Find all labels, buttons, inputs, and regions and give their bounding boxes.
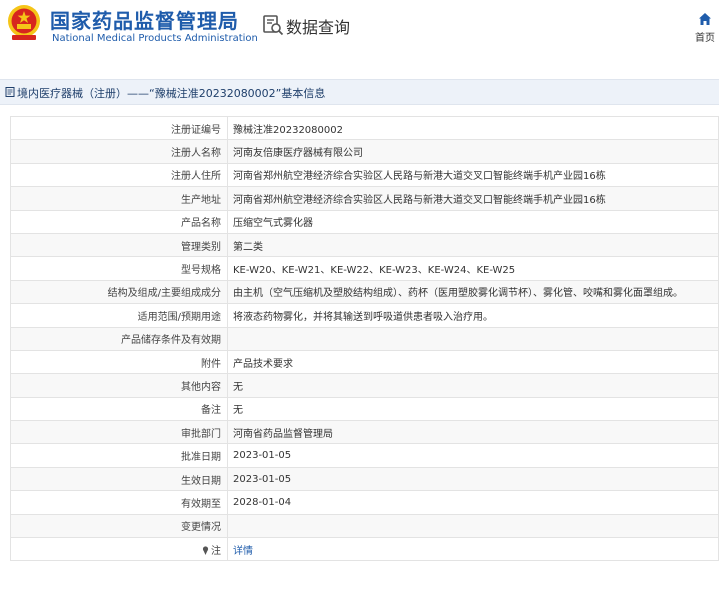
- table-row: 适用范围/预期用途 将液态药物雾化，并将其输送到呼吸道供患者吸入治疗用。: [10, 303, 719, 328]
- field-label: 备注: [10, 396, 228, 422]
- field-value: 河南友倍康医疗器械有限公司: [227, 139, 719, 164]
- table-row: 注册证编号 豫械注准20232080002: [10, 115, 719, 141]
- field-value: 将液态药物雾化，并将其输送到呼吸道供患者吸入治疗用。: [227, 303, 719, 328]
- table-row: 产品名称 压缩空气式雾化器: [10, 209, 719, 234]
- field-label: 批准日期: [10, 443, 228, 468]
- field-value: 河南省药品监督管理局: [227, 420, 719, 445]
- table-row: 附件 产品技术要求: [10, 349, 719, 375]
- table-row: 变更情况: [10, 513, 719, 539]
- table-row: 备注无: [10, 396, 719, 422]
- breadcrumb-text: 境内医疗器械（注册）——“豫械注准20232080002”基本信息: [17, 87, 326, 100]
- field-label: 注册人住所: [10, 162, 228, 188]
- table-row: 有效期至 2028-01-04: [10, 490, 719, 515]
- table-row: 批准日期 2023-01-05: [10, 443, 719, 468]
- field-value: 产品技术要求: [227, 349, 719, 375]
- table-row: 注册人名称 河南友倍康医疗器械有限公司: [10, 139, 719, 164]
- note-row: 注 详情: [10, 537, 719, 562]
- field-label: 有效期至: [10, 490, 228, 515]
- field-label: 注册证编号: [10, 115, 228, 141]
- field-label: 适用范围/预期用途: [10, 303, 228, 328]
- pin-icon: [202, 546, 209, 555]
- table-row: 生效日期 2023-01-05: [10, 466, 719, 492]
- field-value: 河南省郑州航空港经济综合实验区人民路与新港大道交叉口智能终端手机产业园16栋: [227, 186, 719, 211]
- table-row: 生产地址 河南省郑州航空港经济综合实验区人民路与新港大道交叉口智能终端手机产业园1…: [10, 186, 719, 211]
- field-value: 第二类: [227, 232, 719, 258]
- document-icon: [5, 87, 15, 97]
- field-value: 由主机（空气压缩机及塑胶结构组成）、药杯（医用塑胶雾化调节杯）、雾化管、咬嘴和雾…: [227, 279, 719, 305]
- field-value: 2023-01-05: [227, 443, 719, 468]
- field-label: 审批部门: [10, 420, 228, 445]
- site-name-en: National Medical Products Administration: [52, 33, 258, 44]
- site-name[interactable]: 国家药品监督管理局: [50, 5, 239, 34]
- field-label: 产品储存条件及有效期: [10, 326, 228, 351]
- home-icon: [699, 13, 711, 25]
- national-emblem-icon: [8, 5, 40, 40]
- field-value: 压缩空气式雾化器: [227, 209, 719, 234]
- field-value: 2023-01-05: [227, 466, 719, 492]
- note-label: 注: [211, 545, 221, 557]
- detail-table: 注册证编号 豫械注准20232080002 注册人名称 河南友倍康医疗器械有限公司 …: [10, 115, 719, 562]
- home-label: 首页: [695, 33, 715, 44]
- details-link[interactable]: 详情: [233, 546, 253, 557]
- field-value: [227, 326, 719, 351]
- field-value: [227, 513, 719, 539]
- data-query-icon: [263, 15, 284, 36]
- table-row: 审批部门 河南省药品监督管理局: [10, 420, 719, 445]
- table-row: 产品储存条件及有效期: [10, 326, 719, 351]
- table-row: 结构及组成/主要组成成分 由主机（空气压缩机及塑胶结构组成）、药杯（医用塑胶雾化调…: [10, 279, 719, 305]
- field-value: 无: [227, 373, 719, 398]
- home-button[interactable]: 首页: [692, 12, 718, 44]
- field-label: 其他内容: [10, 373, 228, 398]
- field-label: 管理类别: [10, 232, 228, 258]
- field-value: 2028-01-04: [227, 490, 719, 515]
- field-label: 型号规格: [10, 256, 228, 281]
- field-label: 生效日期: [10, 466, 228, 492]
- table-row: 注册人住所 河南省郑州航空港经济综合实验区人民路与新港大道交叉口智能终端手机产业园…: [10, 162, 719, 188]
- note-label-cell: 注: [10, 537, 228, 562]
- field-value: 无: [227, 396, 719, 422]
- field-label: 注册人名称: [10, 139, 228, 164]
- header: 国家药品监督管理局 National Medical Products Admi…: [0, 0, 719, 62]
- table-row: 管理类别 第二类: [10, 232, 719, 258]
- page-title: 数据查询: [286, 18, 351, 37]
- field-value: KE-W20、KE-W21、KE-W22、KE-W23、KE-W24、KE-W2…: [227, 256, 719, 281]
- field-label: 生产地址: [10, 186, 228, 211]
- field-label: 附件: [10, 349, 228, 375]
- table-row: 其他内容无: [10, 373, 719, 398]
- breadcrumb: 境内医疗器械（注册）——“豫械注准20232080002”基本信息: [0, 79, 719, 105]
- field-label: 产品名称: [10, 209, 228, 234]
- field-label: 结构及组成/主要组成成分: [10, 279, 228, 305]
- table-row: 型号规格 KE-W20、KE-W21、KE-W22、KE-W23、KE-W24、K…: [10, 256, 719, 281]
- note-value-cell: 详情: [227, 537, 719, 562]
- field-value: 河南省郑州航空港经济综合实验区人民路与新港大道交叉口智能终端手机产业园16栋: [227, 162, 719, 188]
- field-label: 变更情况: [10, 513, 228, 539]
- field-value: 豫械注准20232080002: [227, 115, 719, 141]
